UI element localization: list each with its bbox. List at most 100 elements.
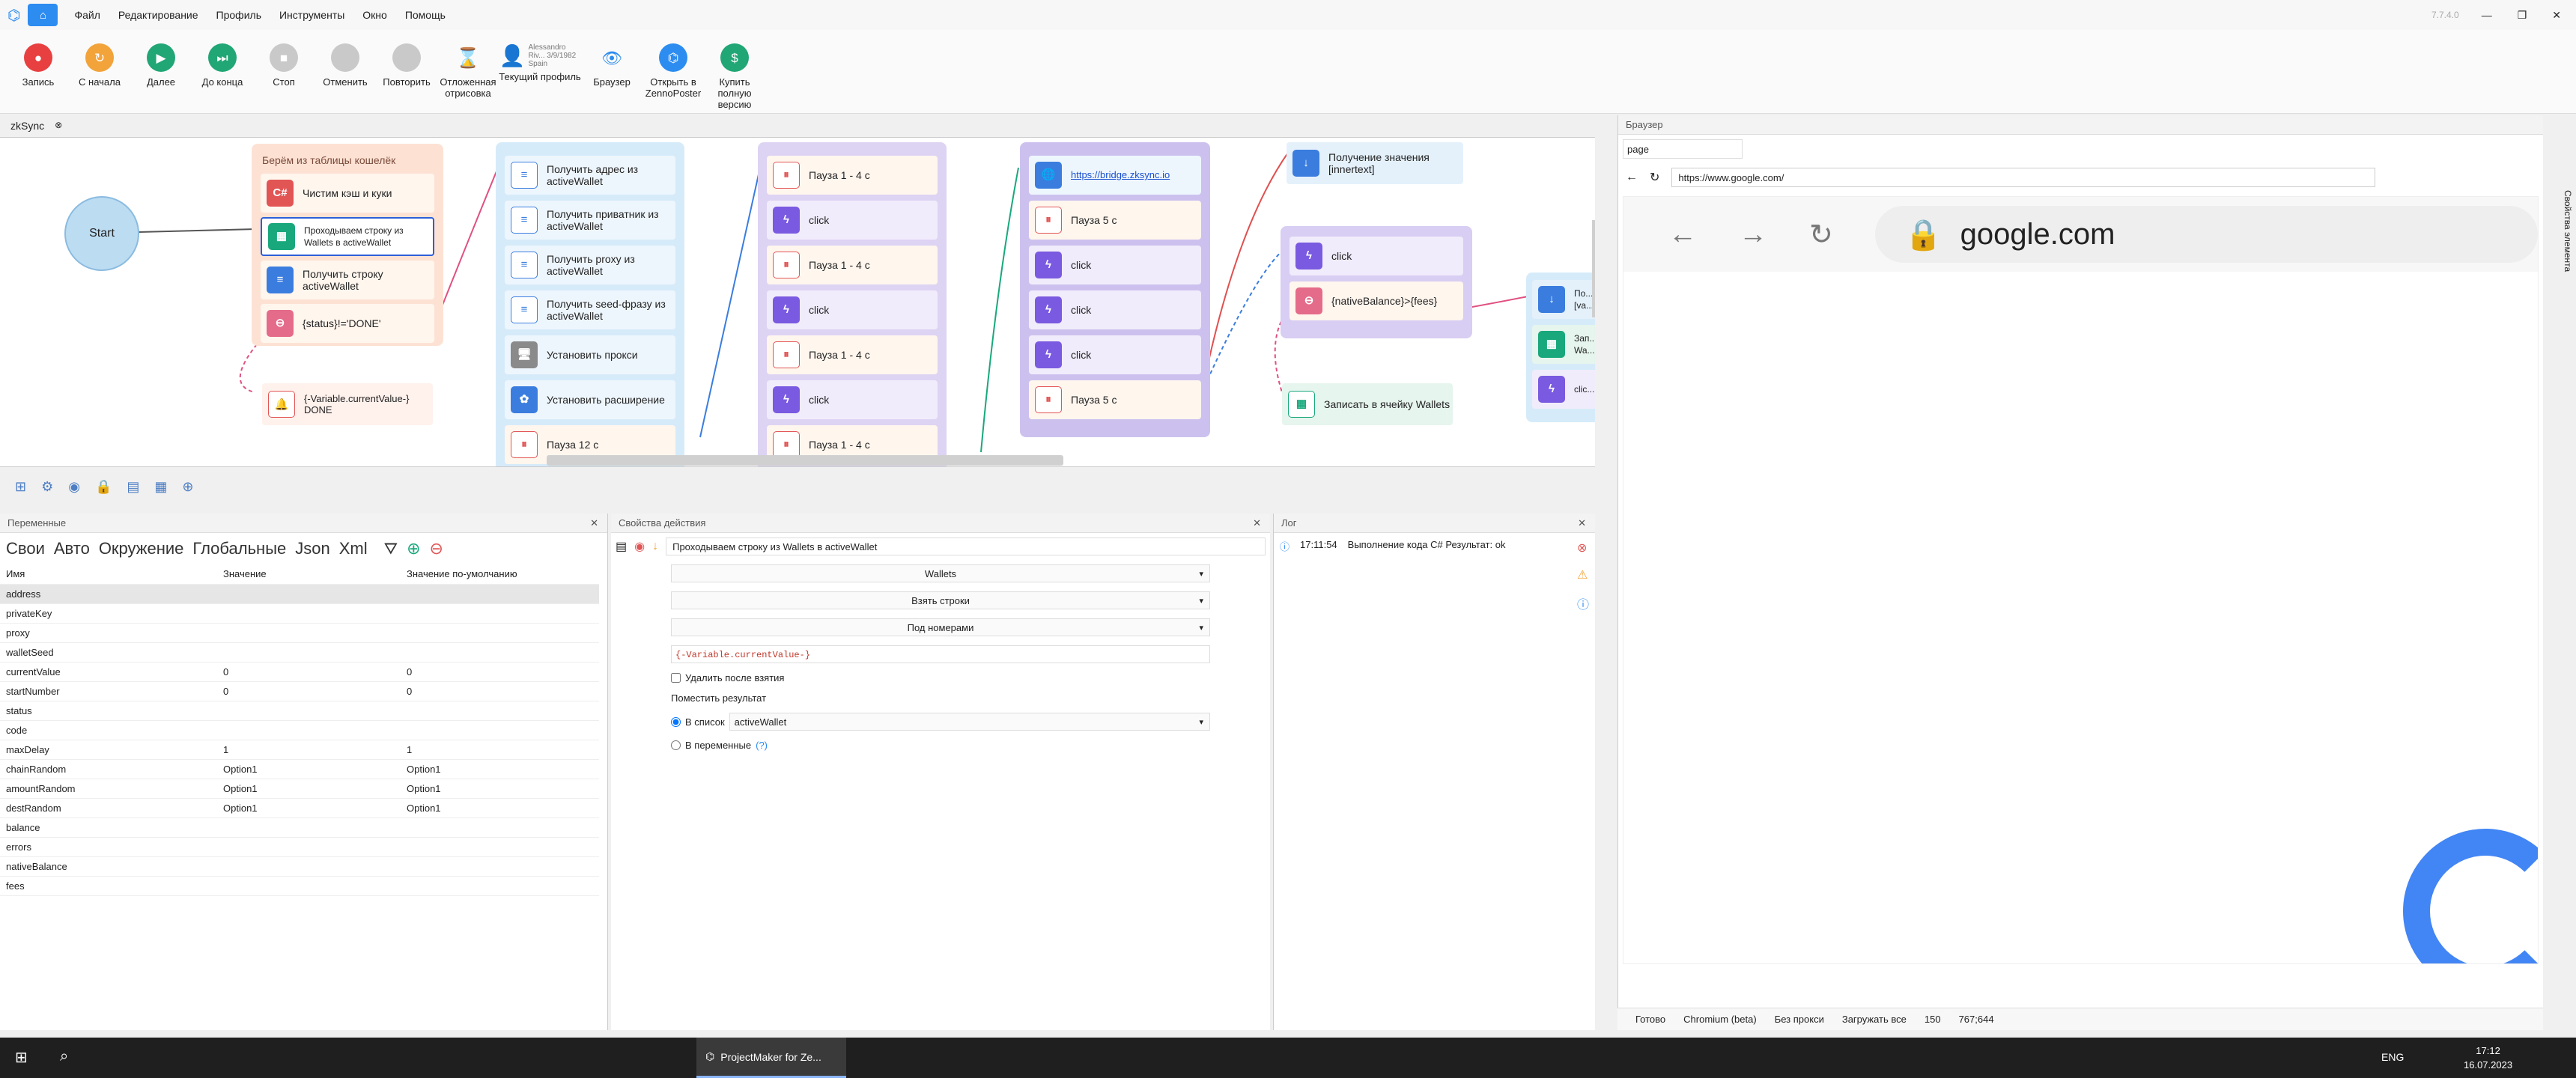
variable-default[interactable]: 0 bbox=[401, 662, 599, 682]
variable-default[interactable] bbox=[401, 623, 599, 643]
pause-node[interactable]: ⏸ Пауза 5 с bbox=[1029, 380, 1201, 419]
variable-default[interactable]: Option1 bbox=[401, 779, 599, 799]
redo-button[interactable]: Повторить bbox=[376, 30, 437, 113]
variable-value[interactable]: 0 bbox=[217, 662, 401, 682]
back-icon[interactable]: ← bbox=[1668, 219, 1697, 251]
group-balance[interactable]: ϟ click ⊖ {nativeBalance}>{fees} bbox=[1281, 226, 1472, 338]
variable-row[interactable]: address bbox=[0, 584, 599, 604]
note-icon[interactable]: ▤ bbox=[616, 539, 627, 554]
pause-node[interactable]: ⏸ Пауза 1 - 4 с bbox=[767, 335, 938, 374]
done-node[interactable]: 🔔 {-Variable.currentValue-} DONE bbox=[262, 383, 433, 425]
get-address-node[interactable]: ≡ Получить адрес из activeWallet bbox=[505, 156, 675, 195]
pause-node[interactable]: ⏸ Пауза 1 - 4 с bbox=[767, 156, 938, 195]
close-icon[interactable]: ✕ bbox=[1578, 517, 1586, 529]
variable-row[interactable]: maxDelay 1 1 bbox=[0, 740, 599, 760]
variable-default[interactable] bbox=[401, 584, 599, 604]
project-canvas[interactable]: Start Берём из таблицы кошелёк C# Чистим … bbox=[0, 138, 1595, 467]
project-tab[interactable]: zkSync ⊗ bbox=[10, 120, 62, 132]
lock-icon[interactable]: 🔒 bbox=[95, 479, 112, 495]
record-icon[interactable]: ◉ bbox=[634, 539, 645, 554]
click-node[interactable]: ϟ click bbox=[1029, 335, 1201, 374]
click-node[interactable]: ϟ click bbox=[767, 290, 938, 329]
variable-value[interactable]: 0 bbox=[217, 681, 401, 701]
click-node[interactable]: ϟ click bbox=[1029, 290, 1201, 329]
menu-tools[interactable]: Инструменты bbox=[270, 9, 353, 21]
get-row-node[interactable]: ≡ Получить строку activeWallet bbox=[261, 261, 434, 299]
click-node[interactable]: ϟ click bbox=[1289, 237, 1463, 275]
install-extension-node[interactable]: ✿ Установить расширение bbox=[505, 380, 675, 419]
close-icon[interactable]: ✕ bbox=[1253, 517, 1261, 529]
open-zennoposter-button[interactable]: ⌬ Открыть в ZennoPoster bbox=[643, 30, 704, 113]
minimize-button[interactable]: — bbox=[2482, 9, 2492, 21]
list-select[interactable]: activeWallet bbox=[729, 713, 1210, 731]
variable-row[interactable]: balance bbox=[0, 817, 599, 838]
menu-file[interactable]: Файл bbox=[65, 9, 109, 21]
variable-default[interactable] bbox=[401, 837, 599, 857]
back-icon[interactable]: ← bbox=[1626, 171, 1638, 184]
menu-window[interactable]: Окно bbox=[353, 9, 396, 21]
set-proxy-node[interactable]: 🖥 Установить прокси bbox=[505, 335, 675, 374]
variable-value[interactable] bbox=[217, 856, 401, 877]
to-end-button[interactable]: ⏭ До конца bbox=[192, 30, 253, 113]
take-row-node[interactable]: ▦ Проходываем строку из Wallets в activeW… bbox=[261, 217, 434, 256]
close-icon[interactable]: ✕ bbox=[590, 517, 598, 529]
mode-select[interactable]: Взять строки bbox=[671, 591, 1210, 609]
variable-row[interactable]: chainRandom Option1 Option1 bbox=[0, 759, 599, 779]
expression-field[interactable]: {-Variable.currentValue-} bbox=[671, 645, 1210, 663]
language-indicator[interactable]: ENG bbox=[2381, 1051, 2404, 1063]
close-icon[interactable]: ⊗ bbox=[55, 120, 62, 132]
variable-default[interactable] bbox=[401, 856, 599, 877]
grid-icon[interactable]: ⊞ bbox=[15, 479, 26, 495]
arrow-down-icon[interactable]: ↓ bbox=[652, 540, 658, 553]
variable-row[interactable]: startNumber 0 0 bbox=[0, 681, 599, 701]
error-icon[interactable]: ⊗ bbox=[1577, 540, 1589, 555]
start-node[interactable]: Start bbox=[64, 196, 139, 271]
pause-node[interactable]: ⏸ Пауза 1 - 4 с bbox=[767, 246, 938, 284]
variable-value[interactable]: Option1 bbox=[217, 798, 401, 818]
balance-condition-node[interactable]: ⊖ {nativeBalance}>{fees} bbox=[1289, 281, 1463, 320]
variable-value[interactable] bbox=[217, 642, 401, 663]
variable-value[interactable] bbox=[217, 720, 401, 740]
variable-value[interactable] bbox=[217, 603, 401, 624]
variable-row[interactable]: privateKey bbox=[0, 603, 599, 624]
side-label[interactable]: Свойства элемента bbox=[2563, 190, 2573, 272]
variable-default[interactable] bbox=[401, 701, 599, 721]
variable-value[interactable] bbox=[217, 701, 401, 721]
table-select[interactable]: Wallets bbox=[671, 564, 1210, 582]
click-node[interactable]: ϟ click bbox=[767, 201, 938, 240]
group-take-wallet[interactable]: Берём из таблицы кошелёк C# Чистим кэш и … bbox=[252, 144, 443, 346]
add-icon[interactable]: ⊕ bbox=[407, 539, 420, 558]
variable-row[interactable]: destRandom Option1 Option1 bbox=[0, 798, 599, 818]
variable-value[interactable]: 1 bbox=[217, 740, 401, 760]
clock[interactable]: 17:12 16.07.2023 bbox=[2464, 1044, 2512, 1072]
variable-row[interactable]: nativeBalance bbox=[0, 856, 599, 877]
reload-icon[interactable]: ↻ bbox=[1650, 170, 1659, 185]
close-window-button[interactable]: ✕ bbox=[2552, 9, 2561, 22]
list-icon[interactable]: ▤ bbox=[127, 479, 139, 495]
variable-default[interactable]: 0 bbox=[401, 681, 599, 701]
table-icon[interactable]: ▦ bbox=[154, 479, 167, 495]
browser-button[interactable]: 👁 Браузер bbox=[581, 30, 643, 113]
variable-default[interactable] bbox=[401, 817, 599, 838]
partial-node[interactable]: ↓ По... [va... bbox=[1532, 280, 1595, 319]
tab-own[interactable]: Свои bbox=[6, 539, 45, 558]
tab-auto[interactable]: Авто bbox=[54, 539, 90, 558]
get-innertext-node[interactable]: ↓ Получение значения [innertext] bbox=[1287, 142, 1463, 184]
status-proxy[interactable]: Без прокси bbox=[1775, 1014, 1824, 1025]
variable-row[interactable]: currentValue 0 0 bbox=[0, 662, 599, 682]
tab-global[interactable]: Глобальные bbox=[192, 539, 286, 558]
status-load[interactable]: Загружать все bbox=[1842, 1014, 1907, 1025]
web-viewport[interactable]: ← → ↻ 🔒 google.com bbox=[1623, 196, 2539, 964]
buy-full-button[interactable]: $ Купить полную версию bbox=[704, 30, 765, 113]
variable-default[interactable]: Option1 bbox=[401, 798, 599, 818]
status-engine[interactable]: Chromium (beta) bbox=[1683, 1014, 1757, 1025]
variable-row[interactable]: code bbox=[0, 720, 599, 740]
menu-edit[interactable]: Редактирование bbox=[109, 9, 207, 21]
partial-node[interactable]: ▦ Зап... Wa... bbox=[1532, 325, 1595, 364]
variable-row[interactable]: amountRandom Option1 Option1 bbox=[0, 779, 599, 799]
taskbar-app[interactable]: ⌬ ProjectMaker for Ze... bbox=[696, 1038, 846, 1078]
horizontal-scrollbar[interactable] bbox=[547, 455, 1063, 466]
vertical-scrollbar[interactable] bbox=[1592, 220, 1595, 317]
home-button[interactable]: ⌂ bbox=[28, 4, 58, 26]
filter-icon[interactable]: ⛛ bbox=[384, 539, 398, 558]
